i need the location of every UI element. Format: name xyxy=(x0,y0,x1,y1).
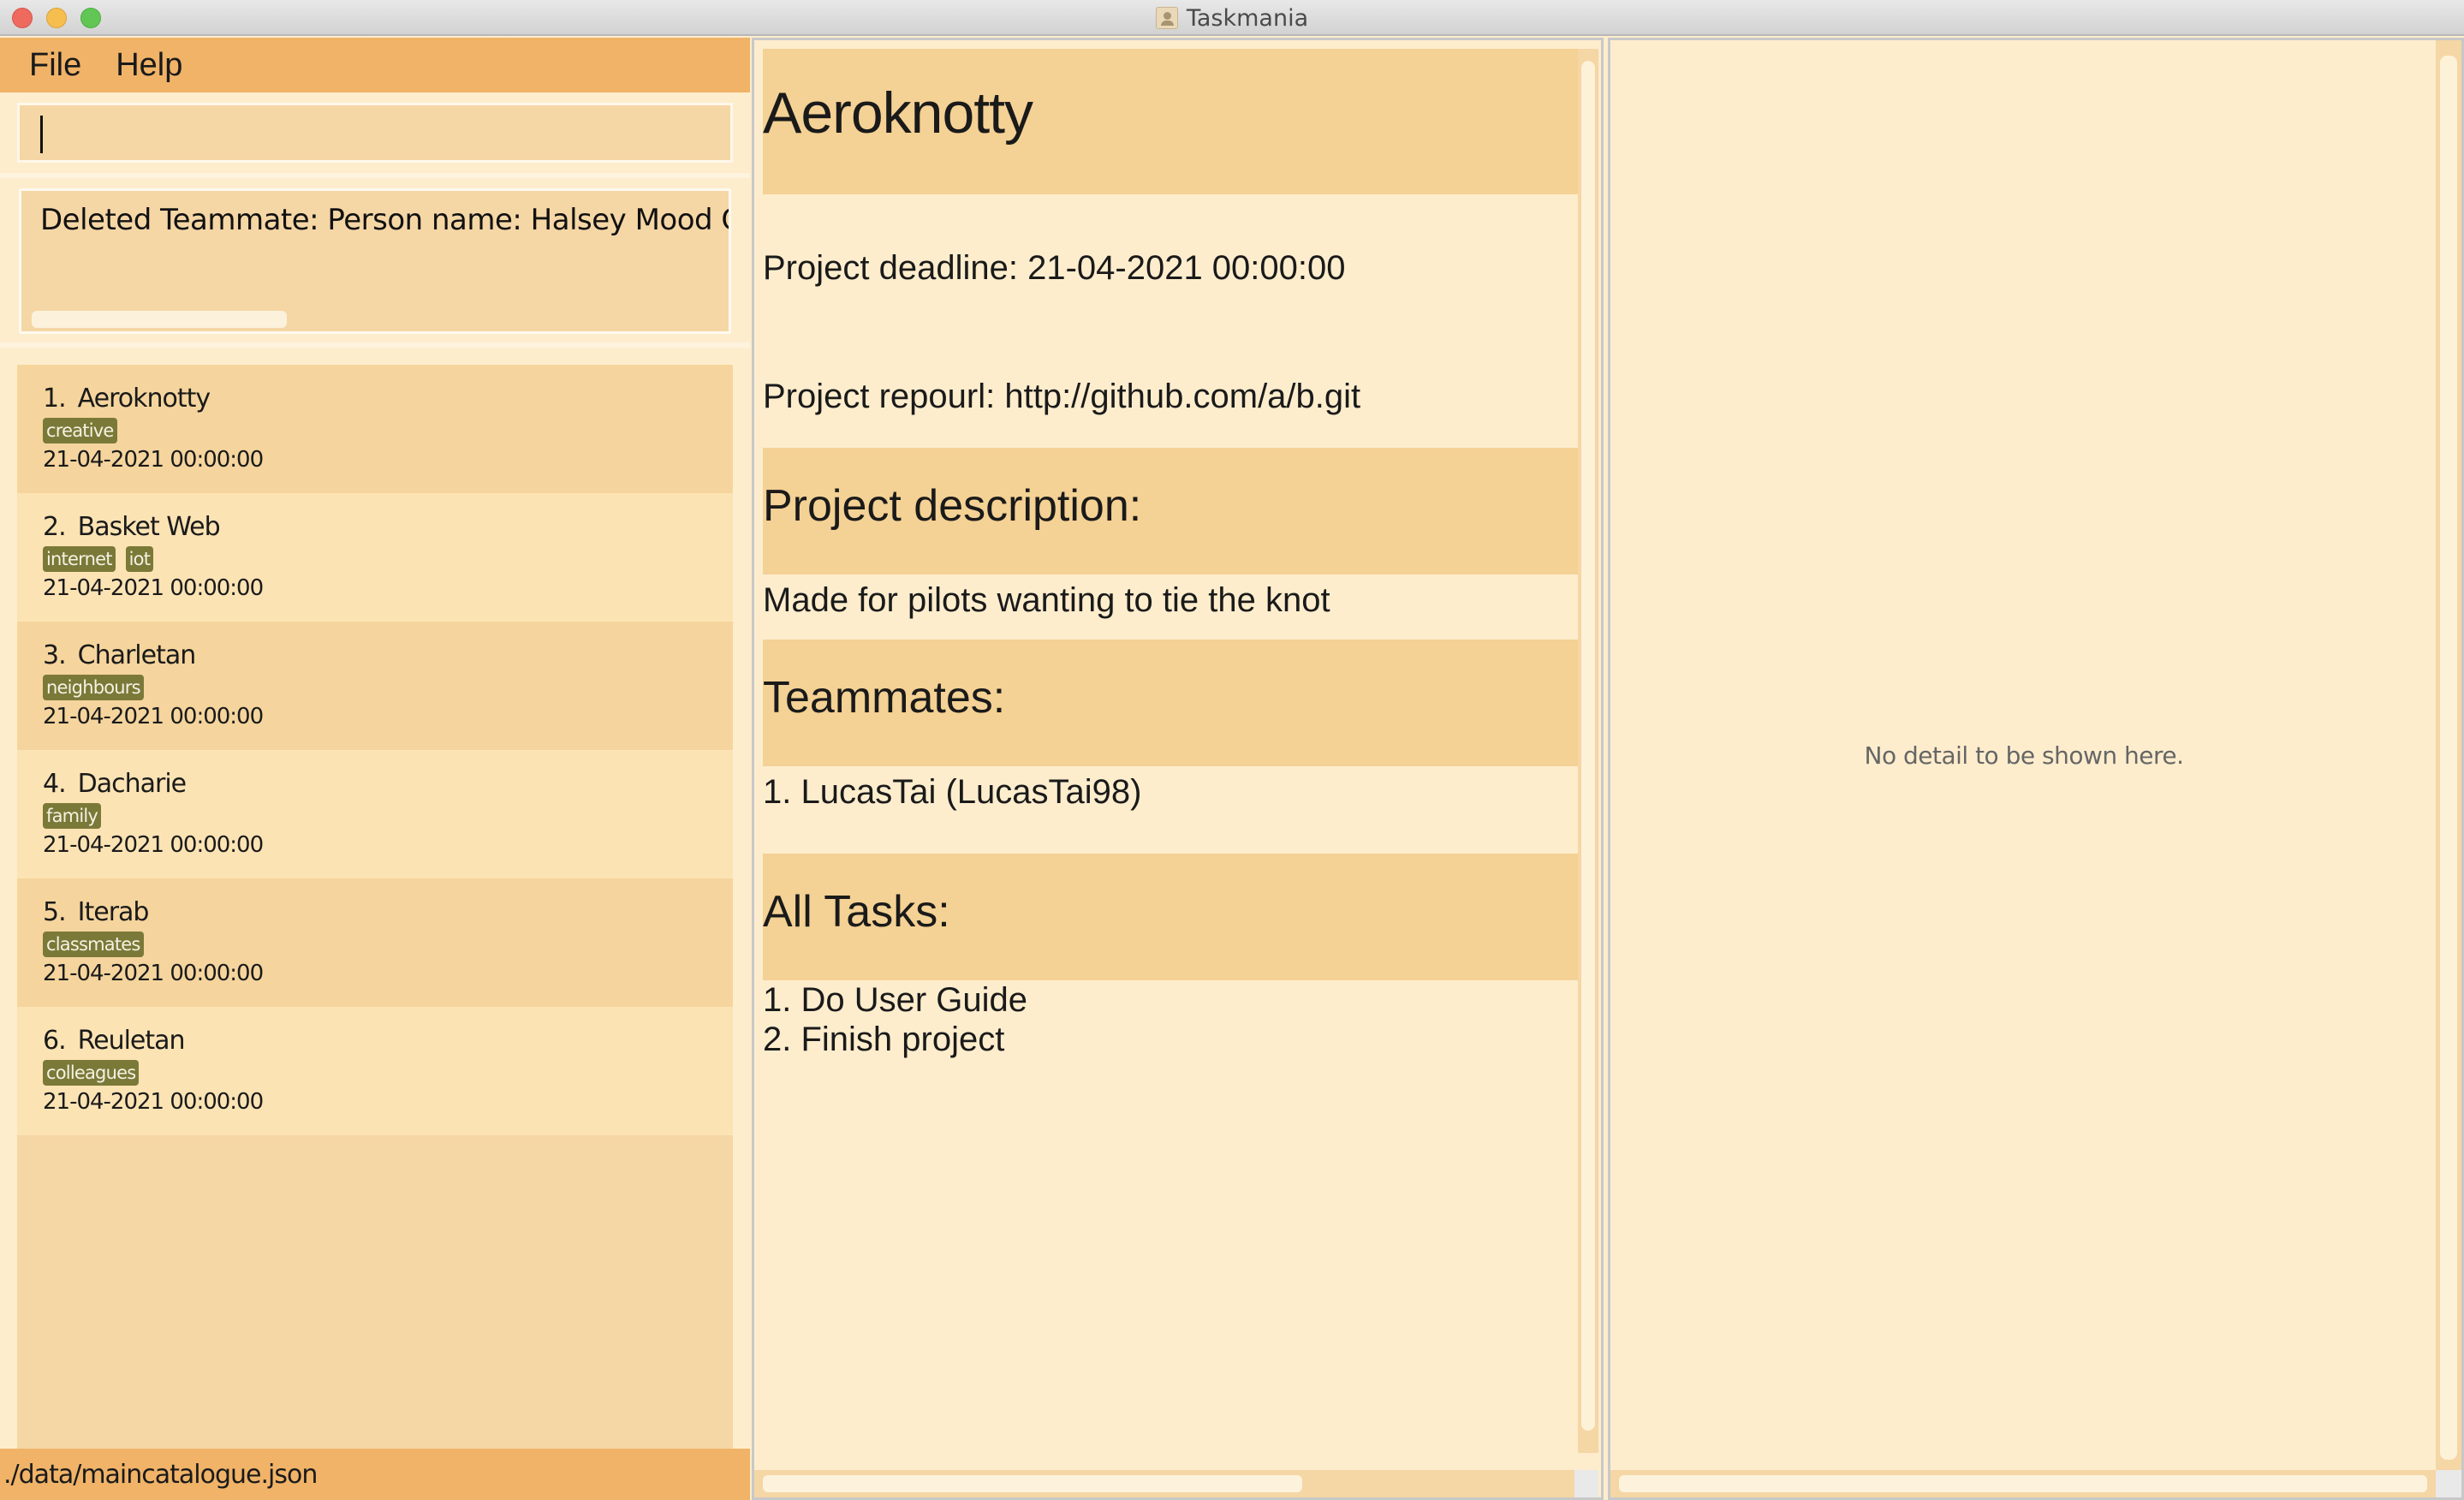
result-message: Deleted Teammate: Person name: Halsey Mo… xyxy=(40,203,729,237)
detail-vertical-scrollbar[interactable] xyxy=(1578,49,1598,1453)
project-index: 6. xyxy=(43,1026,67,1056)
project-list-item[interactable]: 2. Basket Web internet iot 21-04-2021 00:… xyxy=(17,493,733,622)
project-name: Dacharie xyxy=(77,769,187,799)
project-deadline: 21-04-2021 00:00:00 xyxy=(43,1089,264,1115)
project-tag: iot xyxy=(125,546,154,572)
project-description: Made for pilots wanting to tie the knot xyxy=(763,581,1330,619)
menu-file[interactable]: File xyxy=(29,47,81,84)
scrollbar-corner xyxy=(1574,1470,1598,1497)
empty-placeholder: No detail to be shown here. xyxy=(1610,40,2437,1470)
tasks-heading: All Tasks: xyxy=(763,854,1580,980)
divider xyxy=(0,342,750,348)
project-deadline: 21-04-2021 00:00:00 xyxy=(43,961,264,986)
task-list: 1. Do User Guide 2. Finish project xyxy=(763,980,1580,1059)
project-tag: colleagues xyxy=(43,1060,140,1086)
window-title: Taskmania xyxy=(0,0,2464,36)
scrollbar-thumb[interactable] xyxy=(763,1475,1302,1492)
project-detail-content: Aeroknotty Project deadline: 21-04-2021 … xyxy=(763,49,1580,1453)
scrollbar-thumb[interactable] xyxy=(1581,61,1595,1431)
menu-bar: File Help xyxy=(0,38,750,92)
window-title-bar: Taskmania xyxy=(0,0,2464,36)
menu-help[interactable]: Help xyxy=(116,47,182,84)
empty-message: No detail to be shown here. xyxy=(1864,741,2185,770)
teammates-heading: Teammates: xyxy=(763,640,1580,766)
project-index: 4. xyxy=(43,769,67,799)
scrollbar-thumb[interactable] xyxy=(2440,56,2457,1460)
teammate-item[interactable]: 1. LucasTai (LucasTai98) xyxy=(763,773,1580,812)
project-index: 2. xyxy=(43,512,67,542)
project-name: Reuletan xyxy=(77,1026,186,1056)
item-detail-horizontal-scrollbar[interactable] xyxy=(1610,1470,2437,1497)
item-detail-panel: No detail to be shown here. xyxy=(1608,38,2464,1500)
project-name: Basket Web xyxy=(77,512,221,542)
task-item[interactable]: 2. Finish project xyxy=(763,1020,1580,1059)
project-deadline-field: Project deadline: 21-04-2021 00:00:00 xyxy=(763,249,1346,287)
window-title-text: Taskmania xyxy=(1186,4,1309,32)
scrollbar-corner xyxy=(2436,1470,2461,1497)
project-list-item[interactable]: 3. Charletan neighbours 21-04-2021 00:00:… xyxy=(17,622,733,750)
person-card-icon xyxy=(1155,7,1178,29)
text-caret xyxy=(40,116,43,153)
status-bar: ./data/maincatalogue.json xyxy=(0,1449,750,1500)
detail-horizontal-scrollbar[interactable] xyxy=(754,1470,1578,1497)
teammate-list: 1. LucasTai (LucasTai98) xyxy=(763,766,1580,854)
scrollbar-thumb[interactable] xyxy=(1619,1475,2427,1492)
description-heading: Project description: xyxy=(763,448,1580,574)
project-tag: creative xyxy=(43,418,117,443)
project-list-item[interactable]: 1. Aeroknotty creative 21-04-2021 00:00:0… xyxy=(17,365,733,493)
divider xyxy=(0,173,750,178)
project-list-item[interactable]: 5. Iterab classmates 21-04-2021 00:00:00 xyxy=(17,878,733,1007)
command-input[interactable] xyxy=(17,103,733,163)
result-horizontal-scrollbar[interactable] xyxy=(32,311,287,328)
project-repourl-field: Project repourl: http://github.com/a/b.g… xyxy=(763,378,1361,415)
result-display: Deleted Teammate: Person name: Halsey Mo… xyxy=(19,188,731,334)
project-name: Iterab xyxy=(77,897,150,927)
project-deadline: 21-04-2021 00:00:00 xyxy=(43,704,264,729)
project-deadline: 21-04-2021 00:00:00 xyxy=(43,447,264,473)
project-list-item[interactable]: 6. Reuletan colleagues 21-04-2021 00:00:0… xyxy=(17,1007,733,1135)
project-index: 1. xyxy=(43,384,67,414)
project-index: 3. xyxy=(43,640,67,670)
project-tag: internet xyxy=(43,546,116,572)
save-file-path: ./data/maincatalogue.json xyxy=(3,1459,318,1490)
project-title: Aeroknotty xyxy=(763,49,1580,194)
project-tag: neighbours xyxy=(43,675,144,700)
project-deadline: 21-04-2021 00:00:00 xyxy=(43,832,264,858)
left-panel: File Help Deleted Teammate: Person name:… xyxy=(0,38,750,1500)
project-index: 5. xyxy=(43,897,67,927)
project-detail-panel: Aeroknotty Project deadline: 21-04-2021 … xyxy=(752,38,1604,1500)
project-tag: classmates xyxy=(43,932,144,957)
item-detail-vertical-scrollbar[interactable] xyxy=(2436,40,2461,1470)
project-name: Charletan xyxy=(77,640,197,670)
project-tag: family xyxy=(43,803,102,829)
task-item[interactable]: 1. Do User Guide xyxy=(763,980,1580,1020)
project-list: 1. Aeroknotty creative 21-04-2021 00:00:0… xyxy=(17,365,733,1467)
project-deadline: 21-04-2021 00:00:00 xyxy=(43,575,264,601)
project-name: Aeroknotty xyxy=(77,384,211,414)
project-list-item[interactable]: 4. Dacharie family 21-04-2021 00:00:00 xyxy=(17,750,733,878)
